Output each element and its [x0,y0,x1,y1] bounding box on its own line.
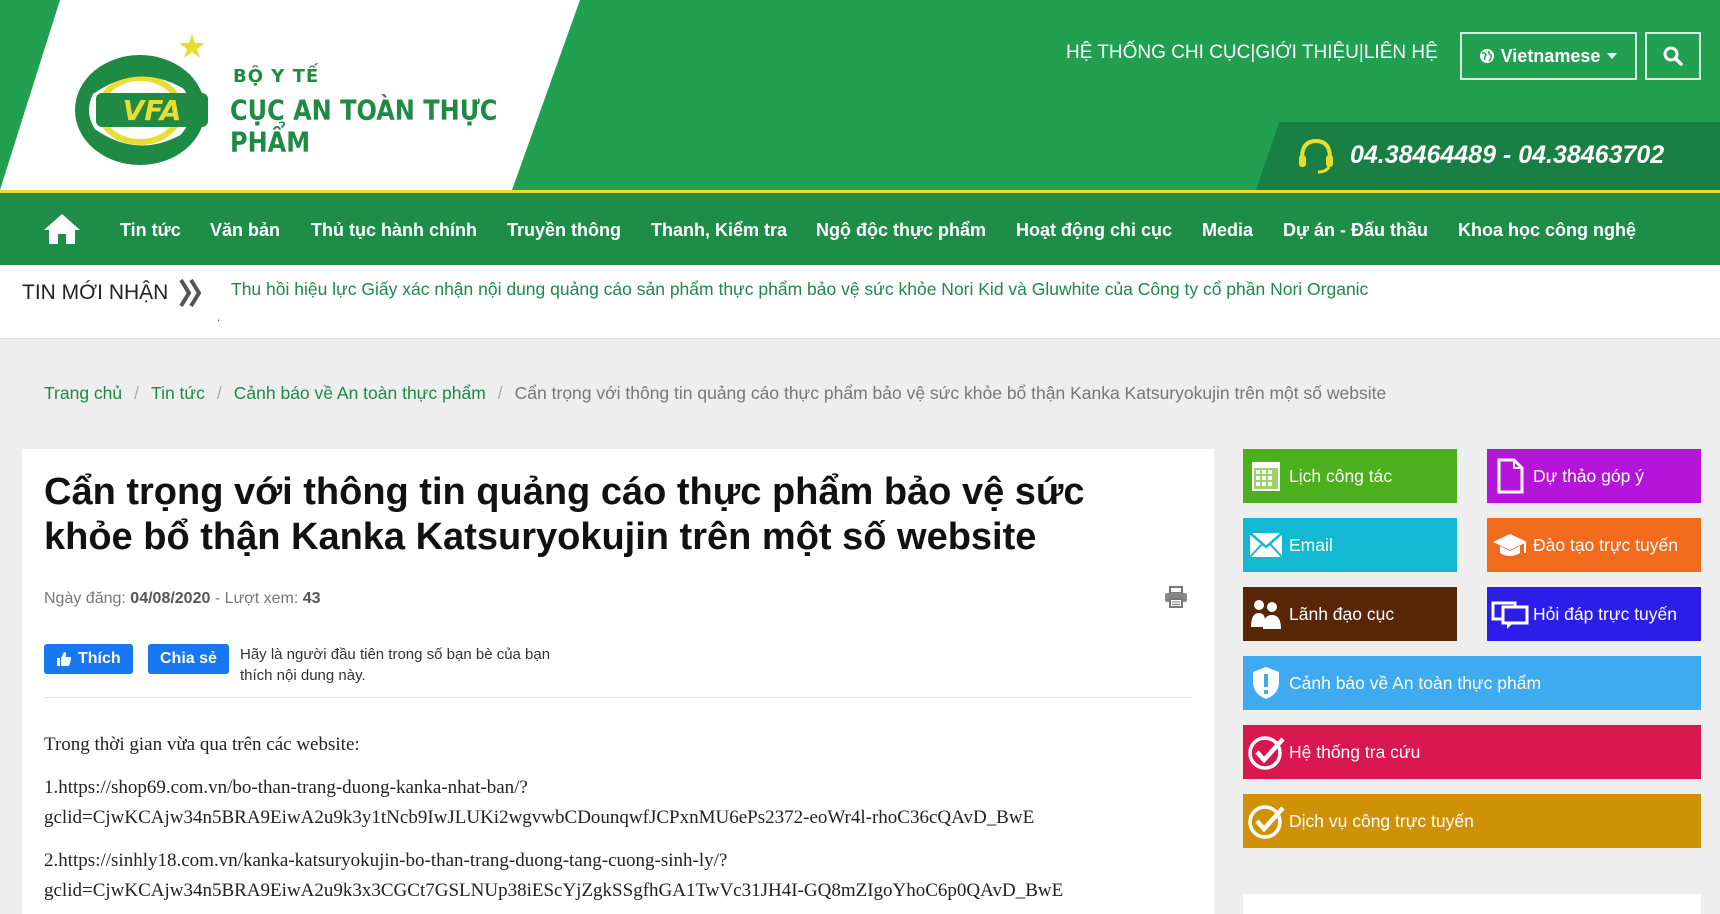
divider [44,697,1192,698]
breadcrumb-news[interactable]: Tin tức [151,383,205,403]
article-link-line[interactable]: 2.https://sinhly18.com.vn/kanka-katsuryo… [44,846,727,876]
article-title-line: khỏe bổ thận Kanka Katsuryokujin trên mộ… [44,516,1037,558]
calendar-icon [1243,449,1289,503]
article-link-line[interactable]: 1.https://shop69.com.vn/bo-than-trang-du… [44,773,528,803]
sidebar-button-online-qa[interactable]: Hỏi đáp trực tuyến [1487,587,1701,641]
breadcrumb-separator: / [216,383,222,403]
sidebar-button-food-safety-warning[interactable]: Cảnh báo về An toàn thực phẩm [1243,656,1701,710]
sidebar-button-online-public-services[interactable]: Dịch vụ công trực tuyến [1243,794,1701,848]
envelope-icon [1243,518,1289,572]
search-button[interactable] [1645,32,1701,80]
breadcrumb-home[interactable]: Trang chủ [44,383,122,403]
sidebar-button-label: Dịch vụ công trực tuyến [1289,810,1474,831]
print-icon[interactable] [1164,586,1188,608]
news-ticker: TIN MỚI NHẬN Thu hồi hiệu lực Giấy xác n… [0,265,1720,339]
sidebar-button-label: Dự thảo góp ý [1533,465,1644,486]
sidebar-button-label: Lãnh đạo cục [1289,603,1395,624]
publish-date: 04/08/2020 [130,590,211,607]
org-parent-name: BỘ Y TẾ [233,66,320,87]
facebook-like-button[interactable]: Thích [44,644,133,674]
share-label: Chia sẻ [160,650,217,667]
social-text-line: Hãy là người đầu tiên trong số bạn bè củ… [240,646,551,663]
check-circle-icon [1243,794,1289,848]
breadcrumb-separator: / [497,383,503,403]
sidebar-button-label: Cảnh báo về An toàn thực phẩm [1289,672,1542,693]
view-count: 43 [302,590,321,607]
document-icon [1487,449,1533,503]
sidebar-button-label: Hệ thống tra cứu [1289,741,1421,762]
sidebar-button-leadership[interactable]: Lãnh đạo cục [1243,587,1457,641]
sidebar-button-work-schedule[interactable]: Lịch công tác [1243,449,1457,503]
like-label: Thích [78,650,121,667]
nav-item-admin-procedures[interactable]: Thủ tục hành chính [311,220,477,241]
sidebar-button-label: Hỏi đáp trực tuyến [1533,603,1678,624]
breadcrumb-separator: / [134,383,140,403]
article: Cẩn trọng với thông tin quảng cáo thực p… [22,449,1214,914]
sidebar-widget-partial [1243,894,1701,914]
org-name: CỤC AN TOÀN THỰC PHẨM [230,94,498,159]
language-dropdown[interactable]: Vietnamese [1460,32,1637,80]
language-label: Vietnamese [1500,45,1601,66]
views-label: - Lượt xem: [210,590,299,607]
sidebar-button-draft-feedback[interactable]: Dự thảo góp ý [1487,449,1701,503]
nav-item-media[interactable]: Media [1202,220,1253,241]
logo-vfa-text: VFA [123,94,182,127]
article-title: Cẩn trọng với thông tin quảng cáo thực p… [44,470,1174,560]
facebook-share-button[interactable]: Chia sẻ [148,644,229,674]
nav-item-branch-activities[interactable]: Hoạt động chi cục [1016,220,1172,241]
nav-item-documents[interactable]: Văn bản [210,220,280,241]
hotline-number[interactable]: 04.38464489 - 04.38463702 [1350,141,1664,170]
globe-icon [1479,49,1494,63]
ticker-headline[interactable]: Thu hồi hiệu lực Giấy xác nhận nội dung … [231,279,1368,300]
sidebar-button-label: Email [1289,534,1333,555]
top-link-contact[interactable]: LIÊN HỆ [1364,42,1438,64]
search-icon [1663,46,1683,66]
sidebar-button-label: Lịch công tác [1289,465,1393,486]
nav-item-media-communication[interactable]: Truyền thông [507,220,621,241]
nav-item-news[interactable]: Tin tức [120,220,181,241]
caret-down-icon [1607,53,1618,59]
shield-alert-icon [1243,656,1289,710]
article-link-line[interactable]: gclid=CjwKCAjw34n5BRA9EiwA2u9k3x3CGCt7GS… [44,876,1063,906]
logo[interactable]: VFA BỘ Y TẾ CỤC AN TOÀN THỰC PHẨM [0,0,580,190]
sidebar-button-label: Đào tạo trực tuyến [1533,534,1678,555]
nav-item-projects-bidding[interactable]: Dự án - Đấu thầu [1283,220,1428,241]
ticker-dot: . [217,310,221,324]
social-text-line: thích nội dung này. [240,667,366,684]
nav-item-inspection[interactable]: Thanh, Kiểm tra [651,220,787,241]
thumbs-up-icon [57,652,72,666]
double-chevron-right-icon [179,278,202,308]
check-circle-icon [1243,725,1289,779]
nav-item-science-technology[interactable]: Khoa học công nghệ [1458,220,1636,241]
date-label: Ngày đăng: [44,590,126,607]
facebook-social-text: Hãy là người đầu tiên trong số bạn bè củ… [240,644,600,686]
breadcrumb-category[interactable]: Cảnh báo về An toàn thực phẩm [234,383,486,403]
sidebar-button-online-training[interactable]: Đào tạo trực tuyến [1487,518,1701,572]
breadcrumb-current: Cẩn trọng với thông tin quảng cáo thực p… [514,383,1387,403]
sidebar-button-email[interactable]: Email [1243,518,1457,572]
article-meta: Ngày đăng: 04/08/2020 - Lượt xem: 43 [44,590,321,608]
top-link-about[interactable]: GIỚI THIỆU [1255,42,1359,64]
main-nav: Tin tức Văn bản Thủ tục hành chính Truyề… [0,190,1720,265]
home-icon[interactable] [42,212,82,246]
chat-icon [1487,587,1533,641]
ticker-label: TIN MỚI NHẬN [22,281,169,304]
people-icon [1243,587,1289,641]
top-links: HỆ THỐNG CHI CỤC | GIỚI THIỆU | LIÊN HỆ [1066,42,1438,64]
sidebar-button-lookup-system[interactable]: Hệ thống tra cứu [1243,725,1701,779]
site-header: VFA BỘ Y TẾ CỤC AN TOÀN THỰC PHẨM HỆ THỐ… [0,0,1720,190]
breadcrumb: Trang chủ / Tin tức / Cảnh báo về An toàn th… [44,383,1386,404]
graduation-cap-icon [1487,518,1533,572]
headset-icon [1299,138,1333,174]
article-title-line: Cẩn trọng với thông tin quảng cáo thực p… [44,471,1085,513]
article-paragraph: Trong thời gian vừa qua trên các website… [44,734,360,755]
top-link-branches[interactable]: HỆ THỐNG CHI CỤC [1066,42,1250,64]
article-link-line[interactable]: gclid=CjwKCAjw34n5BRA9EiwA2u9k3y1tNcb9Iw… [44,803,1034,833]
nav-item-food-poisoning[interactable]: Ngộ độc thực phẩm [816,220,986,241]
